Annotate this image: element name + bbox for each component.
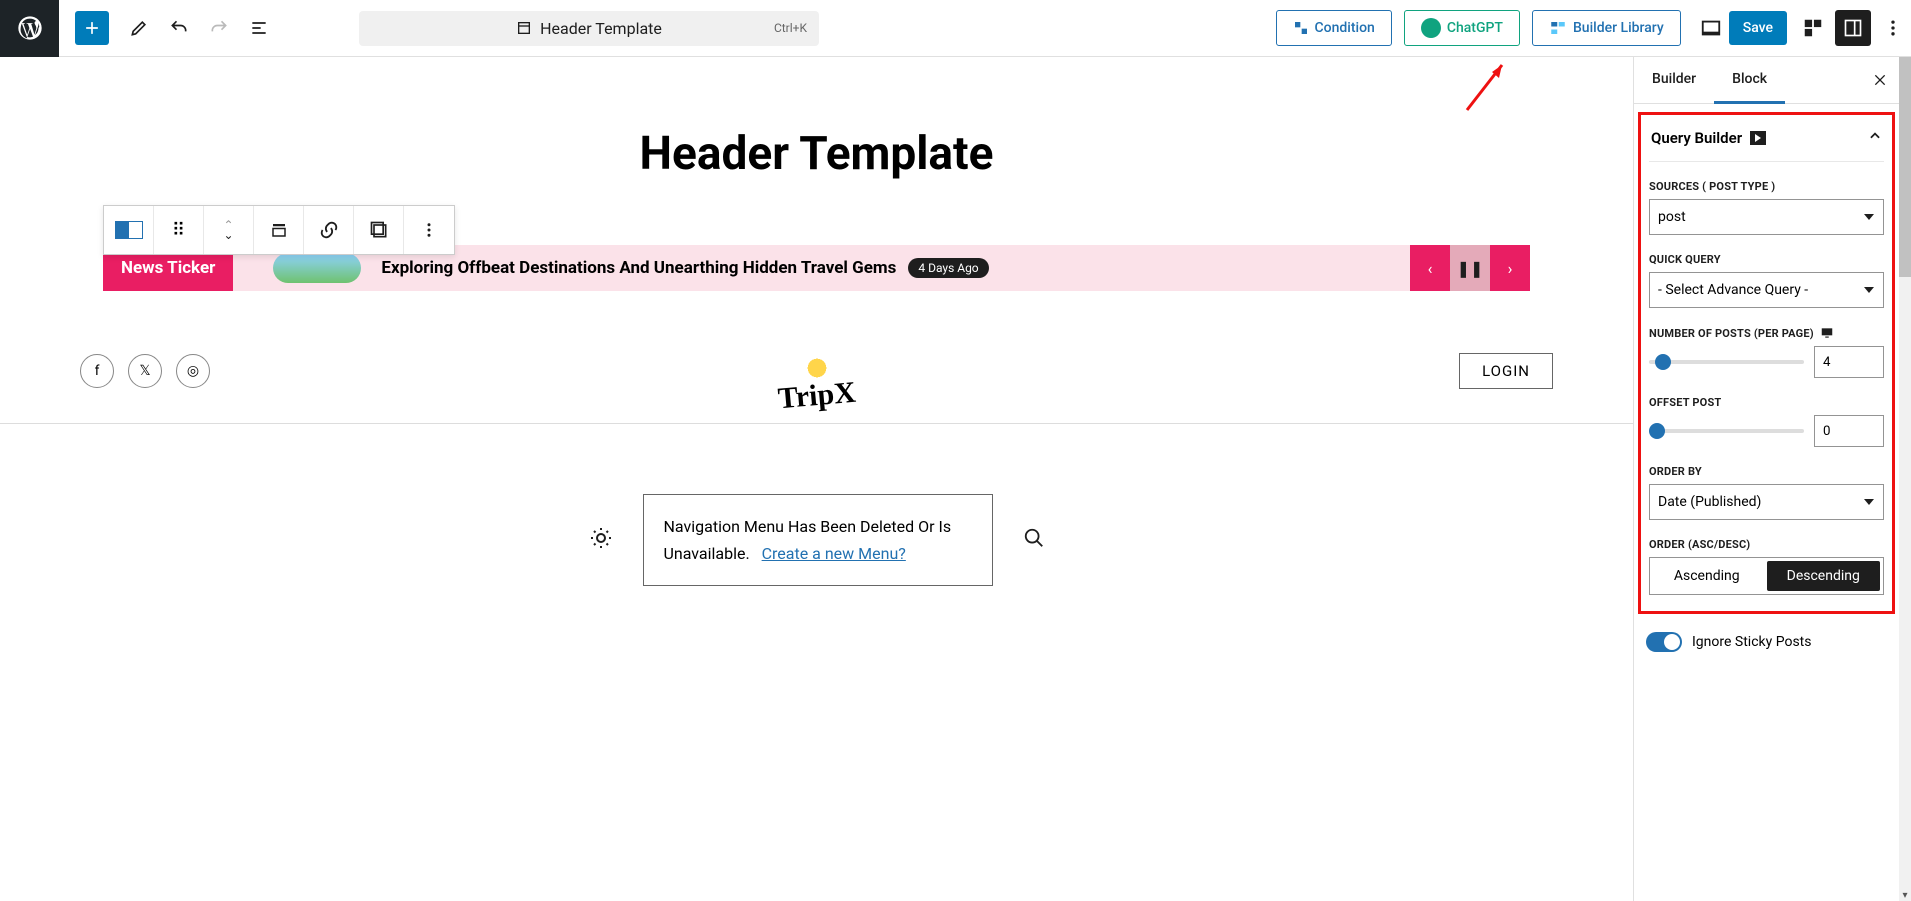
logo-text: TripX [776,376,856,417]
block-toolbar: ⌃⌄ [103,205,455,255]
ticker-next-icon[interactable]: › [1490,245,1530,291]
more-options-icon[interactable] [1875,10,1911,46]
chatgpt-icon [1421,18,1441,38]
news-headline: Exploring Offbeat Destinations And Unear… [381,258,896,278]
ticker-prev-icon[interactable]: ‹ [1410,245,1450,291]
num-posts-label: NUMBER OF POSTS (PER PAGE) [1649,326,1884,340]
edit-tool-icon[interactable] [119,8,159,48]
descending-button[interactable]: Descending [1767,561,1881,591]
quick-query-label: QUICK QUERY [1649,253,1884,266]
scroll-thumb[interactable] [1899,57,1911,277]
shortcut-hint: Ctrl+K [774,21,807,35]
editor-canvas: Header Template ⌃⌄ News Ticker Exploring… [0,57,1633,901]
annotation-arrow [1452,60,1512,120]
sources-value: post [1649,199,1884,235]
device-preview-icon[interactable] [1693,10,1729,46]
create-menu-link[interactable]: Create a new Menu? [762,544,906,563]
orderby-value: Date (Published) [1649,484,1884,520]
play-icon [1750,131,1766,145]
sidebar-tabs: Builder Block [1634,57,1899,104]
sources-label: SOURCES ( POST TYPE ) [1649,180,1884,193]
chatgpt-label: ChatGPT [1447,20,1503,36]
quick-query-select[interactable]: - Select Advance Query - [1649,272,1884,308]
orderby-select[interactable]: Date (Published) [1649,484,1884,520]
redo-icon[interactable] [199,8,239,48]
offset-slider[interactable] [1649,429,1804,433]
drag-handle-icon[interactable] [154,206,204,254]
gallery-icon[interactable] [354,206,404,254]
ascending-button[interactable]: Ascending [1650,558,1764,594]
save-button[interactable]: Save [1729,11,1787,45]
social-icons: f 𝕏 ◎ [80,354,210,388]
ticker-pause-icon[interactable]: ❚❚ [1450,245,1490,291]
undo-icon[interactable] [159,8,199,48]
login-button[interactable]: LOGIN [1459,353,1553,389]
template-name: Header Template [540,19,662,38]
panel-toggle-icon[interactable] [1795,10,1831,46]
settings-sidebar: Builder Block Query Builder SOURCES ( PO… [1633,57,1899,901]
divider [0,423,1633,424]
tab-builder[interactable]: Builder [1634,57,1714,103]
quick-query-value: - Select Advance Query - [1649,272,1884,308]
add-block-button[interactable] [75,11,109,45]
sources-select[interactable]: post [1649,199,1884,235]
builder-library-button[interactable]: Builder Library [1532,10,1681,46]
site-logo[interactable]: TripX [767,357,867,413]
query-builder-panel: Query Builder SOURCES ( POST TYPE ) post… [1638,112,1895,614]
offset-label: OFFSET POST [1649,396,1884,409]
ignore-sticky-label: Ignore Sticky Posts [1692,634,1811,650]
chatgpt-button[interactable]: ChatGPT [1404,10,1520,46]
align-icon[interactable] [254,206,304,254]
nav-row: Navigation Menu Has Been Deleted Or Is U… [0,494,1633,586]
ignore-sticky-row: Ignore Sticky Posts [1646,632,1895,652]
library-label: Builder Library [1573,20,1664,36]
wordpress-logo[interactable] [0,0,59,57]
theme-toggle-icon[interactable] [589,526,613,554]
instagram-icon[interactable]: ◎ [176,354,210,388]
template-selector[interactable]: Header Template Ctrl+K [359,11,819,46]
news-age-badge: 4 Days Ago [908,258,988,278]
vertical-scrollbar[interactable]: ▴ ▾ [1899,57,1911,901]
move-arrows[interactable]: ⌃⌄ [204,206,254,254]
block-type-icon[interactable] [104,206,154,254]
num-posts-slider[interactable] [1649,360,1804,364]
condition-label: Condition [1315,20,1375,36]
list-view-icon[interactable] [239,8,279,48]
orderby-label: ORDER BY [1649,465,1884,478]
chevron-up-icon [1868,129,1882,147]
x-twitter-icon[interactable]: 𝕏 [128,354,162,388]
close-sidebar-icon[interactable] [1867,67,1893,93]
tab-block[interactable]: Block [1714,57,1785,104]
ignore-sticky-toggle[interactable] [1646,632,1682,652]
facebook-icon[interactable]: f [80,354,114,388]
panel-title: Query Builder [1651,129,1742,147]
top-bar: Header Template Ctrl+K Condition ChatGPT… [0,0,1911,57]
settings-panel-icon[interactable] [1835,10,1871,46]
block-more-icon[interactable] [404,206,454,254]
order-label: ORDER (ASC/DESC) [1649,538,1884,551]
order-toggle: Ascending Descending [1649,557,1884,595]
offset-input[interactable] [1814,415,1884,447]
news-thumbnail [273,253,361,283]
condition-button[interactable]: Condition [1276,10,1392,46]
logo-sun-icon [806,357,828,379]
page-title: Header Template [0,127,1633,181]
search-icon[interactable] [1023,527,1045,553]
panel-header[interactable]: Query Builder [1649,123,1884,162]
desktop-icon [1820,326,1834,340]
link-icon[interactable] [304,206,354,254]
num-posts-input[interactable] [1814,346,1884,378]
nav-warning-box: Navigation Menu Has Been Deleted Or Is U… [643,494,993,586]
